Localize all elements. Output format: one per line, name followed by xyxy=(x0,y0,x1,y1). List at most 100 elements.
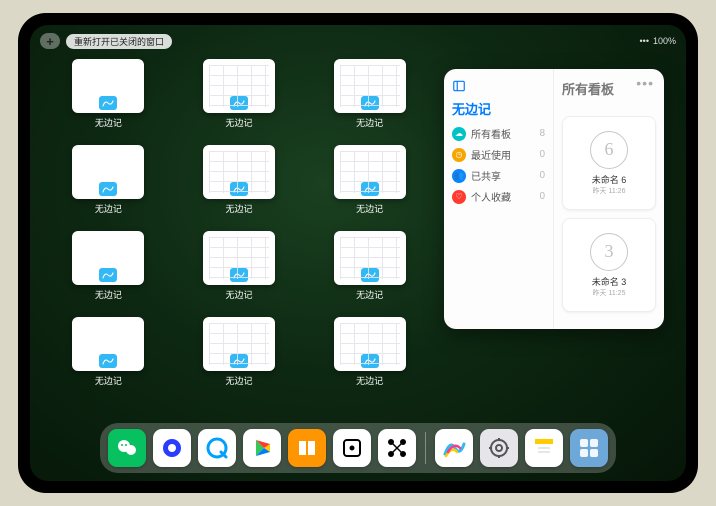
dock-app-dice[interactable] xyxy=(333,429,371,467)
freeform-app-icon xyxy=(99,354,117,368)
dock-app-quark[interactable] xyxy=(153,429,191,467)
board-sketch-icon: 3 xyxy=(590,233,628,271)
board-sketch-icon: 6 xyxy=(590,131,628,169)
window-thumbnail[interactable]: 无边记 xyxy=(313,231,426,303)
dock-app-wechat[interactable] xyxy=(108,429,146,467)
freeform-app-icon xyxy=(99,96,117,110)
category-icon: ♡ xyxy=(452,190,466,204)
category-row[interactable]: 👥 已共享 0 xyxy=(452,168,545,183)
category-count: 0 xyxy=(539,149,545,160)
freeform-app-icon xyxy=(99,182,117,196)
freeform-app-icon xyxy=(361,182,379,196)
ipad-frame: + 重新打开已关闭的窗口 ••• 100% 无边记无边记无边记无边记无边记无边记… xyxy=(18,13,698,493)
thumbnail-preview xyxy=(203,317,275,371)
multitask-area: 无边记无边记无边记无边记无边记无边记无边记无边记无边记无边记无边记无边记 •••… xyxy=(52,59,664,417)
window-thumbnails-grid: 无边记无边记无边记无边记无边记无边记无边记无边记无边记无边记无边记无边记 xyxy=(52,59,426,417)
freeform-app-icon xyxy=(230,354,248,368)
category-icon: ◷ xyxy=(452,148,466,162)
board-card[interactable]: 6 未命名 6昨天 11:26 xyxy=(562,116,656,210)
thumbnail-label: 无边记 xyxy=(95,202,122,215)
window-thumbnail[interactable]: 无边记 xyxy=(52,317,165,389)
thumbnail-preview xyxy=(72,231,144,285)
reopen-closed-window-pill[interactable]: 重新打开已关闭的窗口 xyxy=(66,34,172,49)
window-thumbnail[interactable]: 无边记 xyxy=(313,317,426,389)
window-thumbnail[interactable]: 无边记 xyxy=(52,231,165,303)
sidebar-icon xyxy=(452,79,466,93)
thumbnail-preview xyxy=(334,145,406,199)
thumbnail-label: 无边记 xyxy=(356,116,383,129)
board-timestamp: 昨天 11:25 xyxy=(593,288,626,298)
window-thumbnail[interactable]: 无边记 xyxy=(183,317,296,389)
category-count: 0 xyxy=(539,170,545,181)
thumbnail-preview xyxy=(72,59,144,113)
dock-app-play[interactable] xyxy=(243,429,281,467)
dock-app-qqbrowser[interactable] xyxy=(198,429,236,467)
board-name: 未命名 6 xyxy=(592,173,627,186)
category-label: 个人收藏 xyxy=(471,189,511,204)
freeform-app-icon xyxy=(99,268,117,282)
dock xyxy=(100,423,616,473)
window-thumbnail[interactable]: 无边记 xyxy=(52,59,165,131)
category-label: 已共享 xyxy=(471,168,501,183)
thumbnail-label: 无边记 xyxy=(356,288,383,301)
popover-left-title: 无边记 xyxy=(452,99,545,118)
thumbnail-preview xyxy=(334,231,406,285)
board-name: 未命名 3 xyxy=(592,275,627,288)
dock-app-notes[interactable] xyxy=(525,429,563,467)
dock-app-nodes[interactable] xyxy=(378,429,416,467)
freeform-app-icon xyxy=(361,354,379,368)
dock-app-settings[interactable] xyxy=(480,429,518,467)
category-icon: ☁ xyxy=(452,127,466,141)
window-thumbnail[interactable]: 无边记 xyxy=(313,145,426,217)
popover-sidebar: 无边记 ☁ 所有看板 8 ◷ 最近使用 0 👥 已共享 0 ♡ 个人收藏 0 xyxy=(444,69,554,329)
thumbnail-preview xyxy=(72,145,144,199)
board-card[interactable]: 3 未命名 3昨天 11:25 xyxy=(562,218,656,312)
category-label: 最近使用 xyxy=(471,147,511,162)
status-indicators: ••• 100% xyxy=(640,36,676,46)
freeform-popover: ••• 无边记 ☁ 所有看板 8 ◷ 最近使用 0 👥 已共享 0 ♡ 个人收藏 0 所有看板 6 未命… xyxy=(444,69,664,329)
screen: + 重新打开已关闭的窗口 ••• 100% 无边记无边记无边记无边记无边记无边记… xyxy=(30,25,686,481)
dock-app-books[interactable] xyxy=(288,429,326,467)
top-bar: + 重新打开已关闭的窗口 ••• 100% xyxy=(40,31,676,51)
category-count: 0 xyxy=(539,191,545,202)
board-timestamp: 昨天 11:26 xyxy=(593,186,626,196)
window-thumbnail[interactable]: 无边记 xyxy=(183,145,296,217)
freeform-app-icon xyxy=(230,268,248,282)
freeform-app-icon xyxy=(361,268,379,282)
dock-app-freeform[interactable] xyxy=(435,429,473,467)
dock-app-app-library[interactable] xyxy=(570,429,608,467)
more-icon[interactable]: ••• xyxy=(636,75,654,91)
thumbnail-label: 无边记 xyxy=(356,202,383,215)
category-row[interactable]: ☁ 所有看板 8 xyxy=(452,126,545,141)
window-thumbnail[interactable]: 无边记 xyxy=(52,145,165,217)
thumbnail-label: 无边记 xyxy=(225,288,252,301)
freeform-app-icon xyxy=(230,96,248,110)
category-row[interactable]: ♡ 个人收藏 0 xyxy=(452,189,545,204)
thumbnail-label: 无边记 xyxy=(225,202,252,215)
freeform-app-icon xyxy=(361,96,379,110)
battery-text: 100% xyxy=(653,36,676,46)
category-count: 8 xyxy=(539,128,545,139)
window-thumbnail[interactable]: 无边记 xyxy=(183,59,296,131)
thumbnail-preview xyxy=(203,59,275,113)
thumbnail-label: 无边记 xyxy=(225,374,252,387)
thumbnail-label: 无边记 xyxy=(95,374,122,387)
signal-icon: ••• xyxy=(640,36,649,46)
window-thumbnail[interactable]: 无边记 xyxy=(183,231,296,303)
popover-content: 所有看板 6未命名 6昨天 11:263未命名 3昨天 11:25 xyxy=(554,69,664,329)
thumbnail-preview xyxy=(203,231,275,285)
thumbnail-preview xyxy=(334,59,406,113)
category-icon: 👥 xyxy=(452,169,466,183)
thumbnail-label: 无边记 xyxy=(356,374,383,387)
thumbnail-preview xyxy=(334,317,406,371)
thumbnail-label: 无边记 xyxy=(225,116,252,129)
dock-separator xyxy=(425,432,426,464)
thumbnail-label: 无边记 xyxy=(95,116,122,129)
thumbnail-preview xyxy=(203,145,275,199)
new-window-button[interactable]: + xyxy=(40,33,60,49)
category-label: 所有看板 xyxy=(471,126,511,141)
thumbnail-preview xyxy=(72,317,144,371)
window-thumbnail[interactable]: 无边记 xyxy=(313,59,426,131)
category-row[interactable]: ◷ 最近使用 0 xyxy=(452,147,545,162)
thumbnail-label: 无边记 xyxy=(95,288,122,301)
